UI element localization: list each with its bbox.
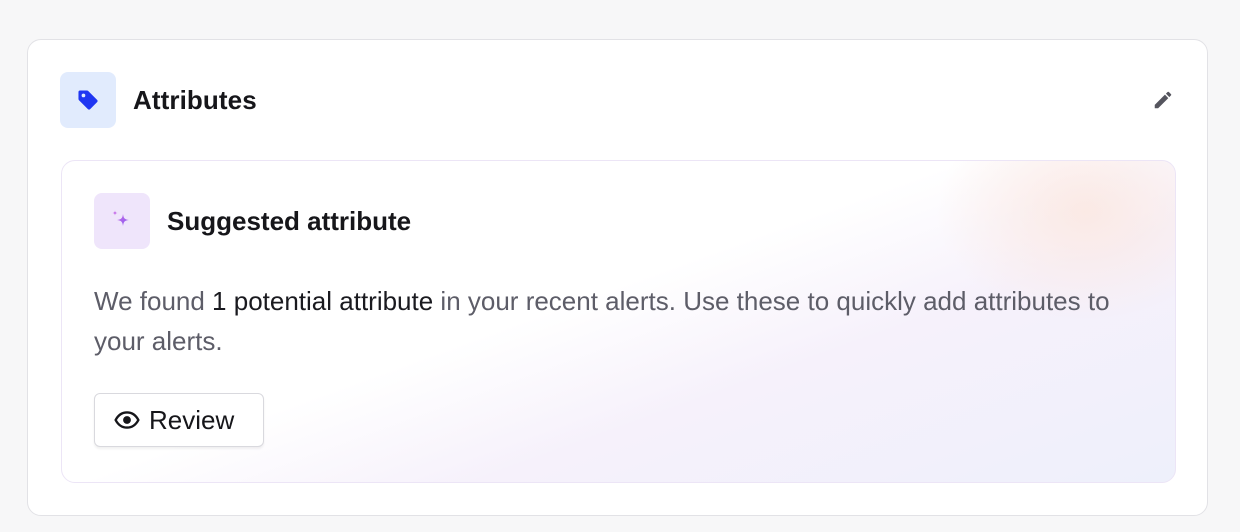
suggested-attribute-title: Suggested attribute xyxy=(167,205,412,236)
tag-icon-container xyxy=(60,72,116,128)
eye-icon xyxy=(114,411,140,429)
pencil-icon xyxy=(1154,91,1172,109)
sparkle-icon xyxy=(112,210,129,226)
suggested-attribute-header: Suggested attribute xyxy=(94,193,411,249)
suggestion-description: We found 1 potential attribute in your r… xyxy=(94,281,1124,361)
attributes-card: Attributes Suggested attribute We found … xyxy=(27,39,1208,516)
review-button[interactable]: Review xyxy=(94,393,264,447)
review-button-label: Review xyxy=(149,404,235,435)
edit-button[interactable] xyxy=(1149,86,1177,114)
attributes-title: Attributes xyxy=(133,84,257,115)
potential-attribute-count: 1 potential attribute xyxy=(212,286,434,316)
tag-icon xyxy=(78,90,98,110)
sparkle-icon-container xyxy=(94,193,150,249)
attributes-card-header: Attributes xyxy=(60,72,1175,128)
description-text-before: We found xyxy=(94,286,213,316)
suggested-attribute-panel: Suggested attribute We found 1 potential… xyxy=(61,160,1176,483)
